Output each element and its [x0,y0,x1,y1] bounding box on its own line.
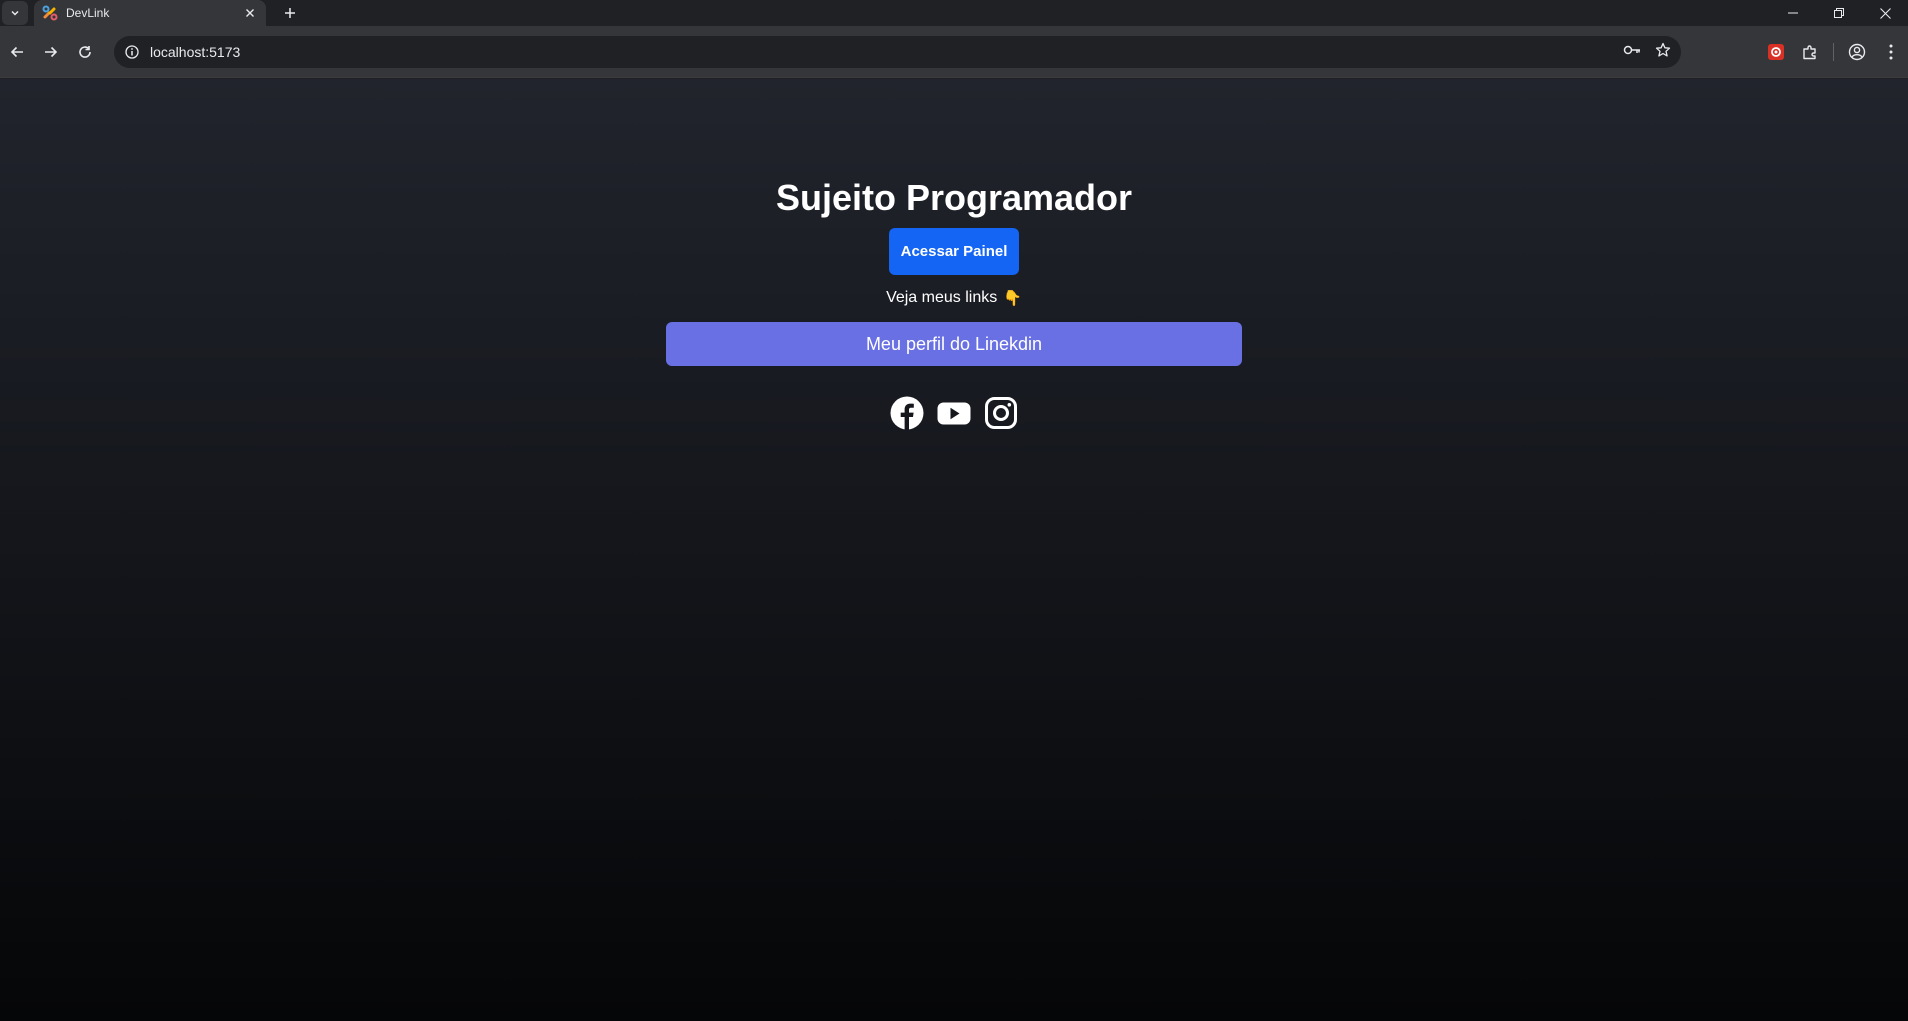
close-icon [1879,7,1891,19]
reload-icon [79,45,91,58]
profile-button[interactable] [1840,36,1874,68]
bookmark-star-icon[interactable] [1655,42,1671,63]
arrow-left-icon [10,46,23,57]
profile-avatar-icon [1848,43,1866,61]
window-controls [1770,0,1908,26]
tab-search-button[interactable] [2,1,28,25]
back-button[interactable] [0,35,34,69]
restore-icon [1834,8,1844,18]
plus-icon [285,8,295,18]
url-text: localhost:5173 [150,44,241,60]
new-tab-button[interactable] [278,2,302,24]
menu-button[interactable] [1874,36,1908,68]
forward-button[interactable] [34,35,68,69]
facebook-icon [890,396,924,430]
page-content: Sujeito Programador Acessar Painel Veja … [0,79,1908,1021]
kebab-menu-icon [1889,44,1893,60]
extensions-button[interactable] [1793,36,1827,68]
extension-button[interactable] [1759,36,1793,68]
close-window-button[interactable] [1862,0,1908,26]
links-caption: Veja meus links 👇 [886,289,1022,307]
address-bar[interactable]: localhost:5173 [114,36,1681,68]
password-key-icon[interactable] [1623,43,1641,61]
chevron-down-icon [11,10,19,16]
access-panel-button[interactable]: Acessar Painel [888,228,1020,275]
minimize-button[interactable] [1770,0,1816,26]
links-caption-text: Veja meus links [886,289,998,306]
restore-button[interactable] [1816,0,1862,26]
minimize-icon [1788,12,1798,14]
reload-button[interactable] [68,35,102,69]
toolbar-actions [1759,36,1908,68]
youtube-link[interactable] [937,396,971,430]
puzzle-icon [1803,45,1816,60]
extension-red-icon [1768,44,1784,60]
browser-tab[interactable]: DevLink [34,0,266,26]
pointing-down-icon: 👇 [1003,290,1022,307]
site-info-icon[interactable] [124,44,140,60]
arrow-right-icon [45,46,58,57]
instagram-icon [985,397,1017,429]
social-links [890,396,1018,430]
instagram-link[interactable] [984,396,1018,430]
devlink-favicon-icon [42,5,58,21]
tab-title: DevLink [66,6,110,20]
toolbar-separator [1833,43,1834,61]
browser-toolbar: localhost:5173 [0,26,1908,78]
link-item-linkedin[interactable]: Meu perfil do Linekdin [666,322,1242,366]
youtube-icon [937,402,971,425]
page-title: Sujeito Programador [775,177,1133,218]
facebook-link[interactable] [890,396,924,430]
link-item-label: Meu perfil do Linekdin [865,333,1043,354]
tab-strip: DevLink [0,0,1908,26]
tab-close-icon[interactable] [242,5,258,21]
